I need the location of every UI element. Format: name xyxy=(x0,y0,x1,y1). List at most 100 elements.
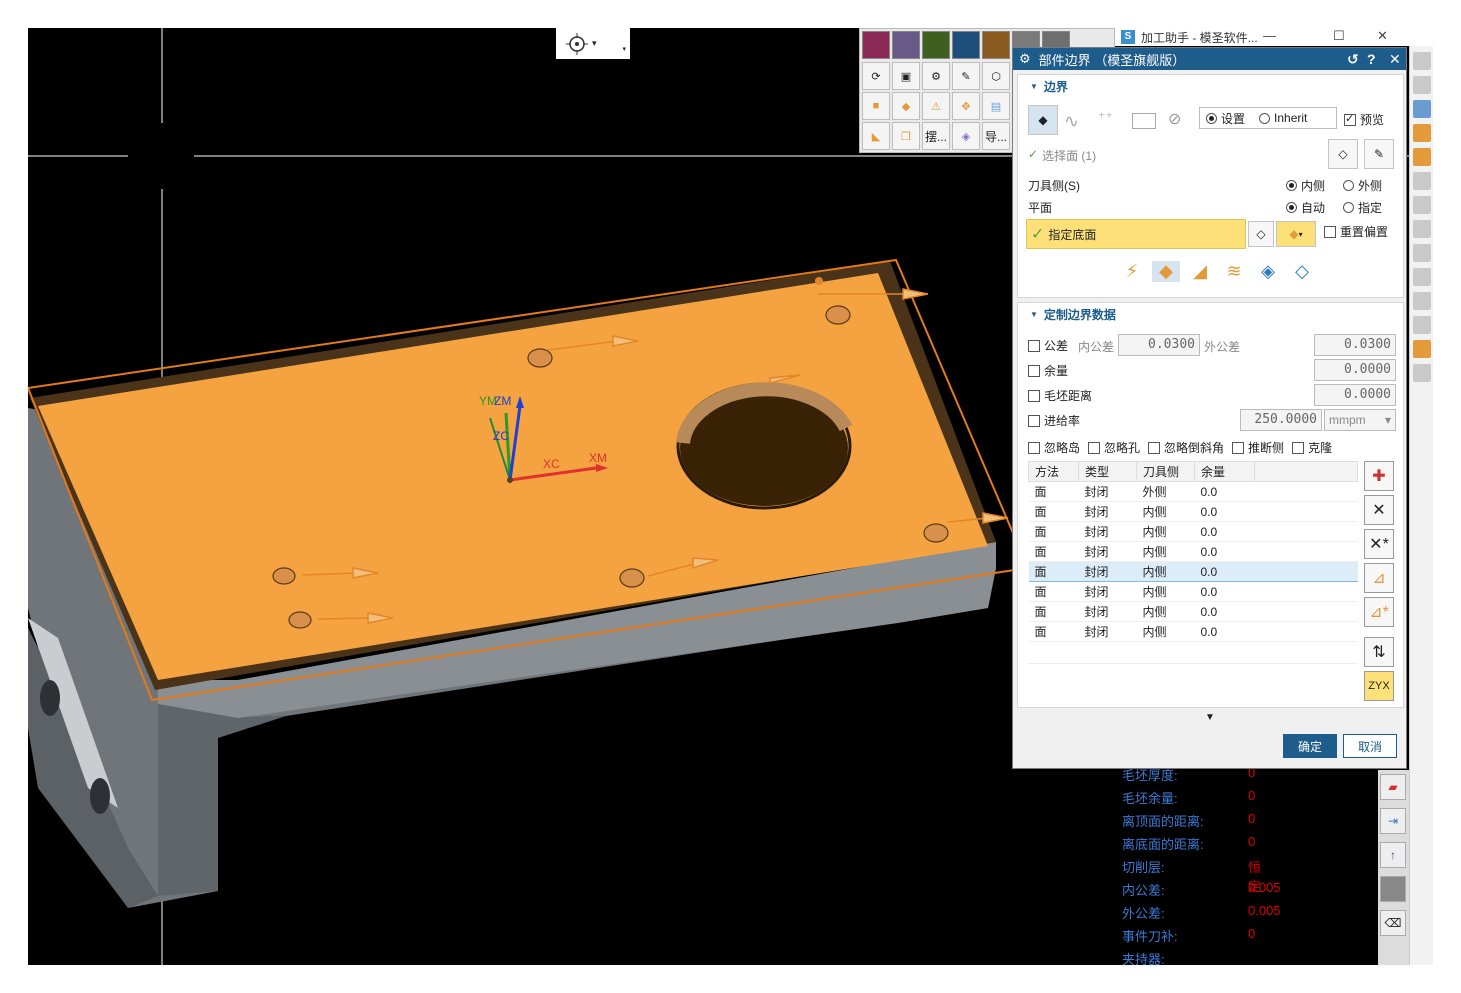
ignore-island-checkbox[interactable]: 忽略岛 xyxy=(1028,439,1080,456)
stock-checkbox[interactable]: 余量 xyxy=(1028,362,1068,379)
blank-distance-checkbox[interactable]: 毛坯距离 xyxy=(1028,387,1092,404)
feed-rate-field[interactable]: 250.0000 xyxy=(1240,409,1322,431)
select-face-row[interactable]: ✓ 选择面 (1) xyxy=(1028,147,1096,164)
reuse-icon[interactable] xyxy=(1413,316,1431,334)
curve-select-icon[interactable]: ∿ xyxy=(1064,111,1079,132)
dropdown-arrow-icon[interactable]: ▾ xyxy=(622,45,626,53)
plane-dialog-icon[interactable]: ◇ xyxy=(1248,221,1274,247)
machine-icon[interactable] xyxy=(1413,340,1431,358)
mode-set-radio[interactable]: 设置 xyxy=(1206,110,1245,127)
red-face-icon[interactable]: ▰ xyxy=(1380,774,1406,800)
col-stock[interactable]: 余量 xyxy=(1194,461,1255,482)
close-icon[interactable]: ✕ xyxy=(1389,51,1401,68)
feed-rate-checkbox[interactable]: 进给率 xyxy=(1028,412,1080,429)
part-nav-icon[interactable] xyxy=(1413,76,1431,94)
cube-view-icon[interactable] xyxy=(1413,196,1431,214)
move-icon[interactable]: ✥ xyxy=(952,92,980,120)
plane-auto-radio[interactable]: 自动 xyxy=(1286,199,1325,216)
ignore-chamfer-checkbox[interactable]: 忽略倒斜角 xyxy=(1148,439,1224,456)
infer-side-checkbox[interactable]: 推断侧 xyxy=(1232,439,1284,456)
add-boundary-icon[interactable]: ✚ xyxy=(1364,461,1394,491)
table-row[interactable]: 面封闭 外侧 0.0 xyxy=(1028,481,1358,502)
col-type[interactable]: 类型 xyxy=(1078,461,1137,482)
stacked-plane-icon[interactable]: ≋ xyxy=(1220,261,1248,282)
table-row[interactable]: 面封闭 内侧 0.0 xyxy=(1028,601,1358,622)
navigator-icon[interactable] xyxy=(1413,52,1431,70)
settings-icon[interactable] xyxy=(1413,268,1431,286)
axis-zyx-icon[interactable]: ZYX xyxy=(1364,671,1394,701)
expand-more-icon[interactable]: ▼ xyxy=(1205,712,1215,723)
edit-corner-icon[interactable]: ⊿ xyxy=(1364,563,1394,593)
preview-checkbox[interactable]: 预览 xyxy=(1344,111,1384,128)
table-row[interactable]: 面封闭 内侧 0.0 xyxy=(1028,621,1358,642)
boundary-section-header[interactable]: ▼ 边界 xyxy=(1018,75,1403,97)
tolerance-checkbox[interactable]: 公差 xyxy=(1028,337,1068,354)
gear-part-icon[interactable]: ⚙ xyxy=(922,62,950,90)
cube-icon[interactable]: ◈ xyxy=(952,122,980,150)
point-select-icon[interactable]: ⁺⁺ xyxy=(1098,109,1113,126)
outer-tol-field[interactable]: 0.0300 xyxy=(1314,334,1396,356)
layer-icon[interactable]: ▤ xyxy=(982,92,1010,120)
snap-point-button[interactable]: ▾ ▾ xyxy=(556,28,630,59)
clone-checkbox[interactable]: 克隆 xyxy=(1292,439,1332,456)
warning-cylinder-icon[interactable]: ⚠ xyxy=(922,92,950,120)
block-icon[interactable]: ■ xyxy=(862,92,890,120)
table-row[interactable]: 面封闭 内侧 0.0 xyxy=(1028,541,1358,562)
face-select-icon[interactable]: ◆ xyxy=(1028,105,1058,135)
minimize-icon[interactable]: — xyxy=(1263,28,1276,43)
operation-nav-icon[interactable] xyxy=(1413,100,1431,118)
color-swatch[interactable] xyxy=(922,31,950,59)
reset-icon[interactable]: ↺ xyxy=(1347,51,1359,68)
no-select-icon[interactable]: ⊘ xyxy=(1168,109,1181,129)
web-icon[interactable] xyxy=(1413,364,1431,382)
maximize-icon[interactable]: ☐ xyxy=(1333,28,1345,44)
table-row[interactable]: 面封闭 内侧 0.0 xyxy=(1028,561,1358,582)
tool-side-inside-radio[interactable]: 内侧 xyxy=(1286,177,1325,194)
mode-inherit-radio[interactable]: Inherit xyxy=(1259,111,1307,125)
color-swatch[interactable] xyxy=(862,31,890,59)
edit-corner-star-icon[interactable]: ⊿* xyxy=(1364,597,1394,627)
brush-icon[interactable]: ✎ xyxy=(1364,139,1394,169)
table-row[interactable]: 面封闭 内侧 0.0 xyxy=(1028,521,1358,542)
color-swatch[interactable] xyxy=(892,31,920,59)
specify-floor-row[interactable]: ✓ 指定底面 xyxy=(1026,219,1246,249)
col-tool-side[interactable]: 刀具侧 xyxy=(1136,461,1195,482)
table-row[interactable]: 面封闭 内侧 0.0 xyxy=(1028,501,1358,522)
close-icon[interactable]: ✕ xyxy=(1377,28,1388,44)
cancel-button[interactable]: 取消 xyxy=(1343,734,1397,758)
blank-distance-field[interactable]: 0.0000 xyxy=(1314,384,1396,406)
lightning-icon[interactable]: ⚡ xyxy=(1118,261,1146,282)
method-nav-icon[interactable] xyxy=(1413,172,1431,190)
custom-section-header[interactable]: ▼ 定制边界数据 xyxy=(1018,303,1403,325)
export-icon[interactable]: ⇥ xyxy=(1380,808,1406,834)
assembly-icon[interactable]: ⬡ xyxy=(982,62,1010,90)
box-icon[interactable]: ◆ xyxy=(892,92,920,120)
feed-unit-select[interactable]: mmpm ▾ xyxy=(1324,409,1396,431)
color-swatch[interactable] xyxy=(982,31,1010,59)
tool-nav-icon[interactable] xyxy=(1413,124,1431,142)
place-button[interactable]: 摆... xyxy=(922,122,950,150)
reorder-icon[interactable]: ⇅ xyxy=(1364,637,1394,667)
delete-x-icon[interactable]: ✕ xyxy=(1364,495,1394,525)
guide-button[interactable]: 导... xyxy=(982,122,1010,150)
ignore-hole-checkbox[interactable]: 忽略孔 xyxy=(1088,439,1140,456)
delete-all-icon[interactable]: ✕* xyxy=(1364,529,1394,559)
reset-offset-checkbox[interactable]: 重置偏置 xyxy=(1324,223,1388,240)
stack-icon[interactable]: ❐ xyxy=(892,122,920,150)
stock-field[interactable]: 0.0000 xyxy=(1314,359,1396,381)
color-swatch[interactable] xyxy=(952,31,980,59)
edit-part-icon[interactable]: ✎ xyxy=(952,62,980,90)
camera-icon[interactable]: ▣ xyxy=(892,62,920,90)
face-cube-icon[interactable]: ◇ xyxy=(1328,139,1358,169)
gray-block-icon[interactable] xyxy=(1380,876,1406,902)
library-icon[interactable] xyxy=(1413,292,1431,310)
eraser-icon[interactable]: ⌫ xyxy=(1380,910,1406,936)
roles-icon[interactable] xyxy=(1413,244,1431,262)
history-icon[interactable] xyxy=(1413,220,1431,238)
col-method[interactable]: 方法 xyxy=(1028,461,1079,482)
plane-layer-icon[interactable]: ◆ xyxy=(1152,261,1180,282)
help-icon[interactable]: ? xyxy=(1367,51,1376,67)
tool-side-outside-radio[interactable]: 外侧 xyxy=(1343,177,1382,194)
arrow-up-icon[interactable]: ↑ xyxy=(1380,842,1406,868)
plane-type-dropdown[interactable]: ◆ ▾ xyxy=(1276,221,1316,247)
